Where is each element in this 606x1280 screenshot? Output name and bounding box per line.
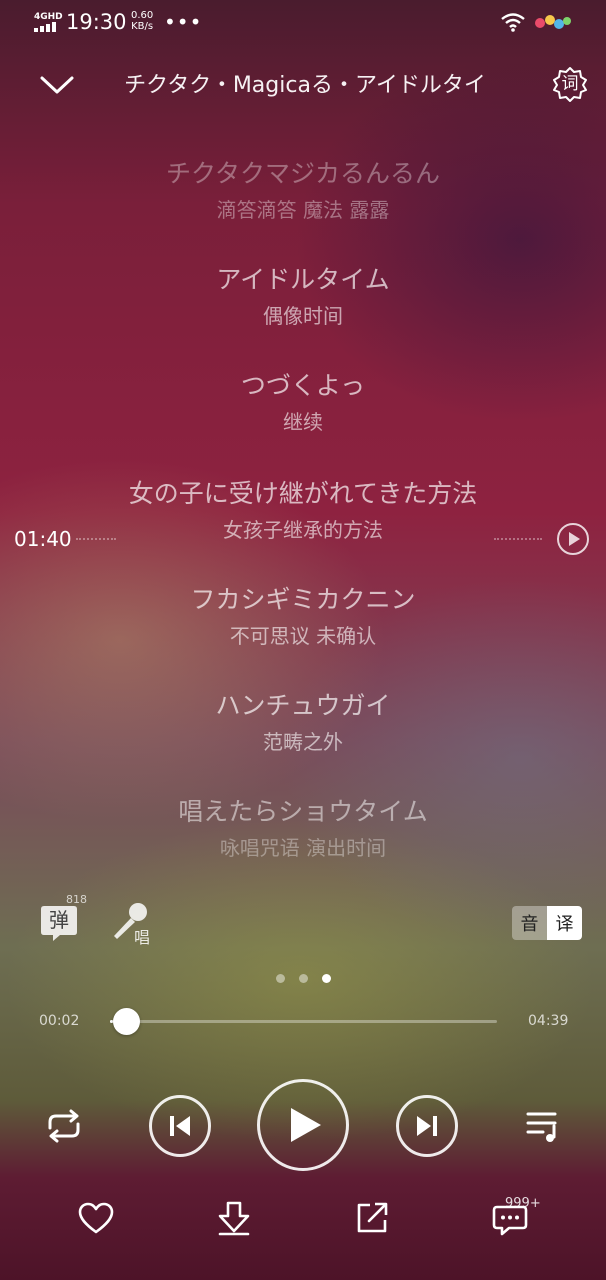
page-dot[interactable]: [275, 974, 285, 983]
repeat-icon: [48, 1109, 80, 1143]
share-button[interactable]: [352, 1198, 392, 1238]
current-time: 00:02: [39, 1013, 80, 1029]
seek-guide-line: [494, 538, 542, 540]
network-speed: 0.60 KB/s: [131, 10, 153, 32]
lyrics-settings-button[interactable]: 词: [552, 66, 588, 102]
lyric-translation: 滴答滴答 魔法 露露: [216, 198, 390, 222]
lyric-translation: 不可思议 未确认: [229, 624, 377, 648]
lyric-translation: 咏唱咒语 演出时间: [219, 836, 387, 860]
wifi-icon: [501, 13, 525, 32]
clock: 19:30: [66, 10, 127, 34]
lyric-translation: 偶像时间: [263, 304, 343, 328]
skip-next-icon: [417, 1116, 437, 1136]
status-bar: 4GHD 19:30 0.60 KB/s •••: [0, 0, 606, 44]
heart-icon: [78, 1202, 114, 1234]
skip-previous-icon: [170, 1116, 190, 1136]
sing-karaoke-button[interactable]: 唱: [108, 900, 154, 947]
lyric-line[interactable]: フカシギミカクニン 不可思议 未确认: [0, 580, 606, 652]
play-icon: [291, 1108, 321, 1142]
progress-track[interactable]: [110, 1020, 497, 1023]
next-track-button[interactable]: [396, 1095, 458, 1157]
lyric-line-current[interactable]: 女の子に受け継がれてきた方法 女孩子继承的方法: [0, 474, 606, 546]
lyric-original: チクタクマジカるんるん: [165, 159, 440, 188]
share-icon: [357, 1202, 388, 1233]
download-icon: [218, 1201, 250, 1236]
playlist-icon: [526, 1112, 557, 1142]
app-badge-icon: [535, 15, 571, 29]
song-title: チクタク・Magicaる・アイドルタイ: [124, 73, 486, 98]
play-from-lyric-icon[interactable]: [556, 522, 590, 556]
original-translation-toggle[interactable]: 音 译: [512, 906, 582, 940]
more-notifications-icon: •••: [164, 10, 203, 34]
play-pause-button[interactable]: [257, 1079, 349, 1171]
page-dot[interactable]: [298, 974, 308, 983]
lyric-line[interactable]: ハンチュウガイ 范畴之外: [0, 686, 606, 758]
speed-value: 0.60: [131, 10, 154, 21]
lyric-line[interactable]: 唱えたらショウタイム 咏唱咒语 演出时间: [0, 792, 606, 864]
lyric-original: アイドルタイム: [216, 265, 390, 294]
lyric-line[interactable]: チクタクマジカるんるん 滴答滴答 魔法 露露: [0, 154, 606, 226]
collapse-chevron-down-icon[interactable]: [38, 70, 76, 100]
lyric-original: つづくよっ: [240, 371, 366, 400]
previous-track-button[interactable]: [149, 1095, 211, 1157]
lyrics-button-label: 词: [561, 74, 579, 94]
toggle-translation[interactable]: 译: [547, 906, 582, 940]
playlist-button[interactable]: [522, 1105, 564, 1147]
lyric-original: フカシギミカクニン: [190, 585, 416, 614]
lyric-line[interactable]: アイドルタイム 偶像时间: [0, 260, 606, 332]
like-button[interactable]: [76, 1198, 116, 1238]
download-button[interactable]: [214, 1198, 254, 1238]
lyric-original: ハンチュウガイ: [215, 691, 391, 720]
progress-thumb[interactable]: [113, 1008, 140, 1035]
lyric-translation: 女孩子继承的方法: [223, 518, 383, 542]
comment-count: 999+: [505, 1196, 541, 1211]
lyric-translation: 继续: [283, 410, 323, 434]
danmu-count: 818: [66, 893, 87, 906]
signal-icon: [34, 22, 56, 32]
lyric-line[interactable]: つづくよっ 继续: [0, 366, 606, 438]
speed-unit: KB/s: [131, 21, 154, 32]
seek-guide-line: [76, 538, 116, 540]
lyric-translation: 范畴之外: [263, 730, 343, 754]
danmu-label: 弹: [49, 908, 69, 932]
toggle-original[interactable]: 音: [512, 906, 547, 940]
lyric-original: 女の子に受け継がれてきた方法: [128, 479, 478, 508]
total-time: 04:39: [528, 1013, 569, 1029]
repeat-mode-button[interactable]: [40, 1104, 88, 1148]
lyric-seek-time: 01:40: [14, 527, 72, 551]
page-dot-active[interactable]: [321, 974, 331, 983]
sing-label: 唱: [134, 928, 151, 947]
danmu-button[interactable]: 弹: [40, 902, 80, 942]
page-indicator: [0, 974, 606, 983]
lyric-original: 唱えたらショウタイム: [178, 797, 428, 826]
network-type: 4GHD: [34, 12, 63, 22]
